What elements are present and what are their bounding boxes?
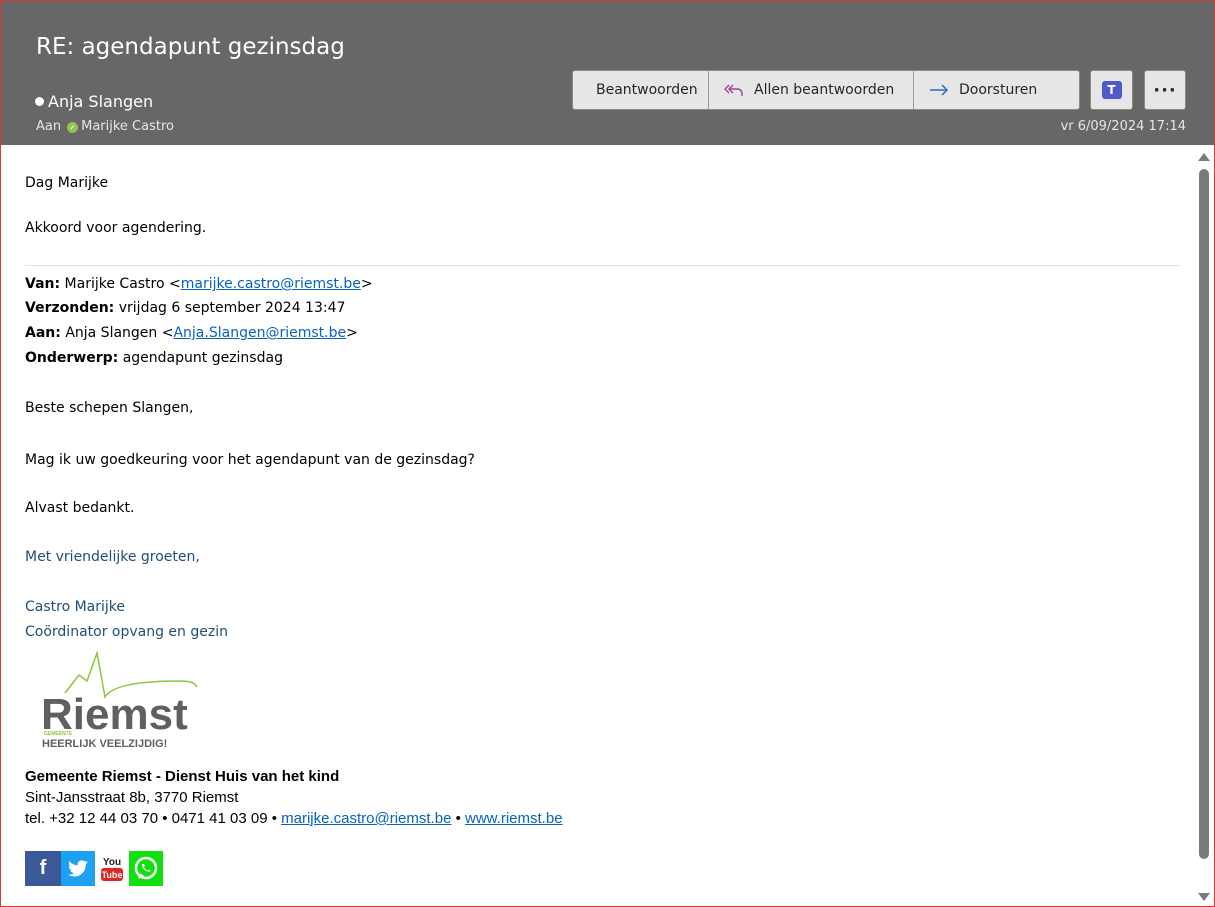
message-subject: RE: agendapunt gezinsdag <box>36 34 345 60</box>
whatsapp-icon[interactable] <box>129 851 163 886</box>
reply-all-button[interactable]: Allen beantwoorden <box>709 71 914 109</box>
scroll-down-icon[interactable] <box>1198 893 1210 901</box>
svg-text:GEMEENTE: GEMEENTE <box>44 731 73 737</box>
available-check-icon: ✓ <box>67 122 79 133</box>
reply-actions-group: Beantwoorden Allen beantwoorden Doorstur… <box>572 70 1080 110</box>
message-header: RE: agendapunt gezinsdag Anja Slangen Aa… <box>1 1 1214 145</box>
more-options-button[interactable]: ··· <box>1144 70 1186 110</box>
reply-button[interactable]: Beantwoorden <box>573 71 709 109</box>
reply-all-label: Allen beantwoorden <box>754 82 895 98</box>
quote-divider <box>25 265 1180 266</box>
thanks-text: Alvast bedankt. <box>25 500 135 516</box>
vertical-scrollbar[interactable] <box>1194 145 1214 906</box>
sent-value: vrijdag 6 september 2024 13:47 <box>118 300 346 316</box>
signature-sep: • <box>451 810 466 827</box>
greeting: Dag Marijke <box>25 175 109 191</box>
salutation: Beste schepen Slangen, <box>25 400 194 416</box>
from-label: Van: <box>25 276 61 292</box>
forward-arrow-icon <box>930 84 949 96</box>
svg-text:Tube: Tube <box>102 870 123 880</box>
riemst-logo: Riemst GEMEENTE HEERLIJK VEELZIJDIG! <box>39 650 209 755</box>
subject-value: agendapunt gezinsdag <box>122 350 283 366</box>
teams-icon: T <box>1101 81 1122 99</box>
youtube-icon[interactable]: You Tube <box>95 851 129 886</box>
presence-dot-icon <box>35 97 44 106</box>
to-name: Anja Slangen < <box>65 325 174 341</box>
message-body: Dag Marijke Akkoord voor agendering. Van… <box>1 145 1194 906</box>
reply-all-icon <box>724 84 743 96</box>
social-icons: f You Tube <box>25 851 163 886</box>
signature-tel: tel. +32 12 44 03 70 • 0471 41 03 09 • <box>25 810 282 827</box>
from-name: Marijke Castro < <box>64 276 181 292</box>
to-email-link[interactable]: Anja.Slangen@riemst.be <box>173 325 346 341</box>
more-icon: ··· <box>1153 79 1177 101</box>
signature-contact: tel. +32 12 44 03 70 • 0471 41 03 09 • m… <box>25 810 563 827</box>
forward-button[interactable]: Doorsturen <box>914 71 1079 109</box>
svg-text:You: You <box>103 857 121 868</box>
signature-org: Gemeente Riemst - Dienst Huis van het ki… <box>25 768 340 785</box>
closing-text: Met vriendelijke groeten, <box>25 549 200 565</box>
facebook-icon[interactable]: f <box>25 851 61 886</box>
quoted-sent: Verzonden: vrijdag 6 september 2024 13:4… <box>25 300 345 316</box>
scroll-up-icon[interactable] <box>1198 153 1210 161</box>
to-label-quoted: Aan: <box>25 325 61 341</box>
signature-role: Coördinator opvang en gezin <box>25 624 228 640</box>
forward-label: Doorsturen <box>959 82 1038 98</box>
reply-label: Beantwoorden <box>596 82 698 98</box>
website-link[interactable]: www.riemst.be <box>465 810 563 827</box>
scrollbar-thumb[interactable] <box>1199 169 1209 859</box>
to-label: Aan <box>36 119 62 134</box>
reply-text: Akkoord voor agendering. <box>25 220 207 236</box>
quoted-subject: Onderwerp: agendapunt gezinsdag <box>25 350 283 366</box>
from-email-link[interactable]: marijke.castro@riemst.be <box>181 276 361 292</box>
teams-button[interactable]: T <box>1090 70 1133 110</box>
svg-text:HEERLIJK VEELZIJDIG!: HEERLIJK VEELZIJDIG! <box>42 738 167 750</box>
subject-label: Onderwerp: <box>25 350 119 366</box>
from-close-bracket: > <box>360 276 373 292</box>
sent-label: Verzonden: <box>25 300 115 316</box>
signature-name: Castro Marijke <box>25 599 126 615</box>
message-date: vr 6/09/2024 17:14 <box>1060 119 1186 134</box>
to-close-bracket: > <box>346 325 358 341</box>
recipient-line: Aan ✓ Marijke Castro <box>36 119 174 134</box>
signature-address: Sint-Jansstraat 8b, 3770 Riemst <box>25 789 239 806</box>
recipient-name[interactable]: Marijke Castro <box>81 119 174 134</box>
quoted-from: Van: Marijke Castro <marijke.castro@riem… <box>25 276 373 292</box>
question-text: Mag ik uw goedkeuring voor het agendapun… <box>25 452 475 468</box>
email-window: RE: agendapunt gezinsdag Anja Slangen Aa… <box>0 0 1215 907</box>
quoted-to: Aan: Anja Slangen <Anja.Slangen@riemst.b… <box>25 325 358 341</box>
sender[interactable]: Anja Slangen <box>35 92 153 111</box>
twitter-icon[interactable] <box>61 851 95 886</box>
sender-name: Anja Slangen <box>48 92 154 111</box>
signature-email-link[interactable]: marijke.castro@riemst.be <box>281 810 451 827</box>
